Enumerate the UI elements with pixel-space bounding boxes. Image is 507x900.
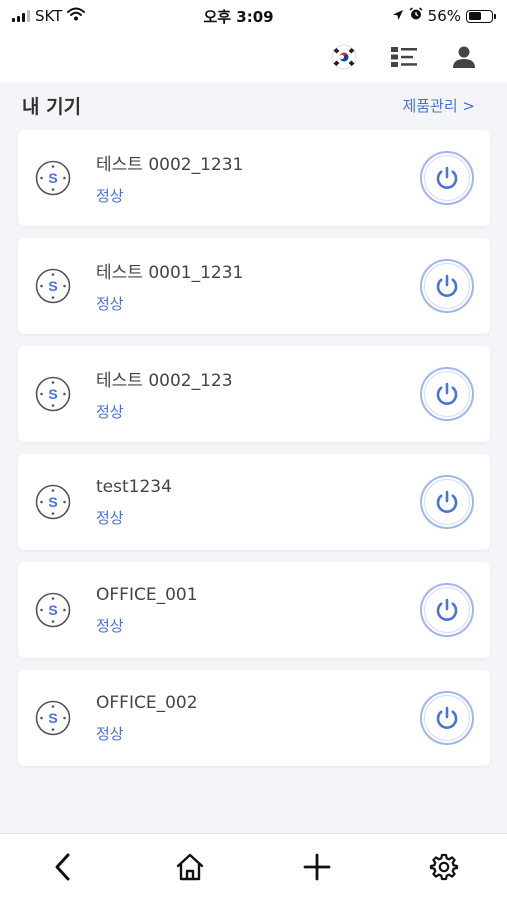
device-info: 테스트 0002_1231 정상 (96, 150, 243, 206)
power-button[interactable] (420, 691, 474, 745)
list-view-icon[interactable] (389, 42, 419, 72)
device-status: 정상 (96, 295, 124, 313)
device-logo-icon: S (34, 375, 72, 413)
section-title: 내 기기 (22, 95, 82, 118)
device-info: OFFICE_001 정상 (96, 585, 198, 636)
power-icon (436, 274, 458, 297)
battery-icon (466, 9, 496, 23)
svg-text:S: S (48, 278, 57, 294)
alarm-icon (409, 7, 423, 25)
power-button[interactable] (420, 367, 474, 421)
location-arrow-icon (392, 7, 404, 25)
device-card[interactable]: S test1234 정상 (18, 454, 490, 550)
power-button[interactable] (420, 583, 474, 637)
power-button[interactable] (420, 259, 474, 313)
status-left: SKT (12, 7, 86, 25)
device-logo-icon: S (34, 699, 72, 737)
svg-text:S: S (48, 602, 57, 618)
device-info: test1234 정상 (96, 477, 172, 528)
power-button[interactable] (420, 475, 474, 529)
power-icon (436, 598, 458, 621)
device-card[interactable]: S OFFICE_001 정상 (18, 562, 490, 658)
device-status: 정상 (96, 403, 124, 421)
svg-text:S: S (48, 386, 57, 402)
back-chevron-icon[interactable] (41, 845, 85, 889)
device-info: 테스트 0002_123 정상 (96, 366, 233, 422)
status-right: 56% (392, 7, 496, 25)
device-name: OFFICE_001 (96, 584, 198, 605)
section-header: 내 기기 제품관리 > (22, 90, 475, 120)
device-name: 테스트 0001_1231 (96, 263, 244, 283)
device-card[interactable]: S OFFICE_002 정상 (18, 670, 490, 766)
device-logo-icon: S (34, 483, 72, 521)
device-status: 정상 (96, 187, 124, 205)
device-status: 정상 (96, 508, 124, 527)
device-info: OFFICE_002 정상 (96, 693, 198, 744)
wifi-icon (67, 7, 86, 25)
device-logo-icon: S (34, 591, 72, 629)
settings-gear-icon[interactable] (422, 845, 466, 889)
carrier-label: SKT (35, 7, 63, 25)
device-logo-icon: S (34, 267, 72, 305)
status-bar: SKT 오후 3:09 56% (0, 0, 507, 32)
power-icon (436, 490, 458, 513)
power-icon (436, 706, 458, 729)
svg-text:S: S (48, 710, 57, 726)
device-name: 테스트 0002_1231 (96, 155, 244, 175)
battery-level (468, 12, 481, 20)
status-time: 오후 3:09 (203, 7, 274, 26)
device-card[interactable]: S 테스트 0002_1231 정상 (18, 130, 490, 226)
battery-percent: 56% (427, 7, 461, 25)
device-list: S 테스트 0002_1231 정상 S 테스트 0001_1231 정상 S … (18, 130, 490, 778)
device-name: 테스트 0002_123 (96, 371, 233, 391)
device-info: 테스트 0001_1231 정상 (96, 258, 243, 314)
device-card[interactable]: S 테스트 0001_1231 정상 (18, 238, 490, 334)
svg-text:S: S (48, 170, 57, 186)
power-button[interactable] (420, 151, 474, 205)
device-logo-icon: S (34, 159, 72, 197)
device-card[interactable]: S 테스트 0002_123 정상 (18, 346, 490, 442)
home-icon[interactable] (168, 845, 212, 889)
korean-flag-icon[interactable] (329, 42, 359, 72)
device-name: test1234 (96, 476, 172, 497)
user-profile-icon[interactable] (449, 42, 479, 72)
device-name: OFFICE_002 (96, 692, 198, 713)
power-icon (436, 382, 458, 405)
bottom-nav (0, 833, 507, 900)
device-status: 정상 (96, 724, 124, 743)
signal-icon (12, 10, 30, 22)
product-management-link[interactable]: 제품관리 > (402, 95, 475, 116)
svg-text:S: S (48, 494, 57, 510)
device-status: 정상 (96, 616, 124, 635)
power-icon (436, 166, 458, 189)
add-plus-icon[interactable] (295, 845, 339, 889)
app-header (0, 32, 507, 82)
